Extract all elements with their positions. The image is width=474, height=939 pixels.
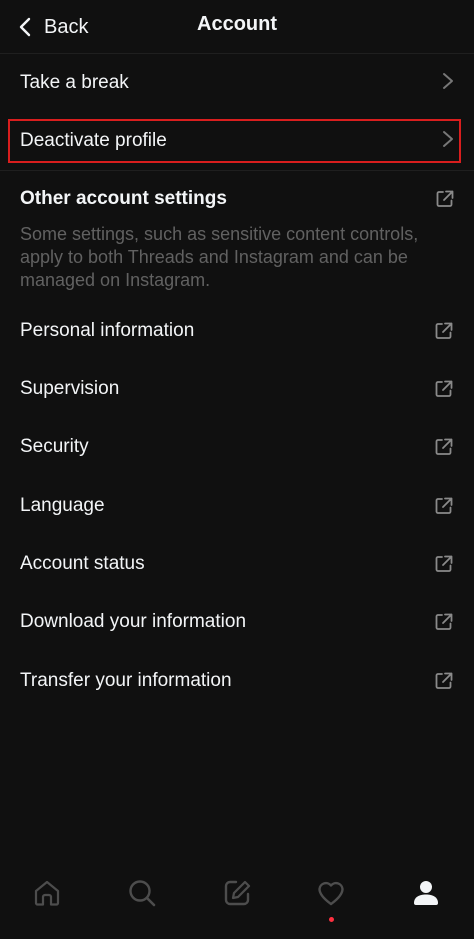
home-icon bbox=[34, 880, 60, 906]
search-icon bbox=[129, 880, 156, 907]
take-a-break-row[interactable]: Take a break bbox=[0, 54, 474, 112]
row-label: Personal information bbox=[20, 320, 195, 341]
tab-compose[interactable] bbox=[207, 878, 267, 922]
chevron-left-icon bbox=[19, 17, 31, 37]
header: Back Account bbox=[0, 0, 474, 54]
account-status-row[interactable]: Account status bbox=[0, 535, 474, 593]
notification-dot bbox=[329, 917, 334, 922]
tab-profile[interactable] bbox=[396, 878, 456, 922]
external-link-icon bbox=[435, 497, 453, 514]
chevron-right-icon bbox=[442, 72, 454, 95]
tab-search[interactable] bbox=[112, 878, 172, 922]
language-row[interactable]: Language bbox=[0, 477, 474, 535]
tab-bar bbox=[0, 860, 474, 939]
download-information-row[interactable]: Download your information bbox=[0, 593, 474, 651]
profile-icon bbox=[414, 881, 438, 905]
take-a-break-label: Take a break bbox=[20, 72, 129, 93]
personal-information-row[interactable]: Personal information bbox=[0, 302, 474, 360]
deactivate-profile-label: Deactivate profile bbox=[20, 130, 167, 151]
tab-home[interactable] bbox=[17, 878, 77, 922]
row-label: Language bbox=[20, 495, 105, 516]
other-settings-title: Other account settings bbox=[20, 188, 227, 209]
external-link-icon bbox=[435, 613, 453, 630]
external-link-icon bbox=[435, 380, 453, 397]
security-row[interactable]: Security bbox=[0, 418, 474, 476]
chevron-right-icon bbox=[442, 130, 454, 153]
supervision-row[interactable]: Supervision bbox=[0, 360, 474, 418]
external-link-icon bbox=[435, 672, 453, 689]
compose-icon bbox=[224, 880, 251, 906]
deactivate-profile-row[interactable]: Deactivate profile bbox=[0, 112, 474, 170]
transfer-information-row[interactable]: Transfer your information bbox=[0, 652, 474, 710]
row-label: Security bbox=[20, 436, 89, 457]
heart-icon bbox=[318, 881, 344, 906]
row-label: Transfer your information bbox=[20, 670, 232, 691]
tab-activity[interactable] bbox=[301, 878, 361, 922]
external-link-icon[interactable] bbox=[435, 189, 455, 209]
external-link-icon bbox=[435, 322, 453, 339]
back-label: Back bbox=[44, 15, 89, 38]
row-label: Download your information bbox=[20, 611, 247, 632]
back-button[interactable]: Back bbox=[18, 12, 88, 42]
external-link-icon bbox=[435, 555, 453, 572]
external-link-icon bbox=[435, 438, 453, 455]
row-label: Account status bbox=[20, 553, 145, 574]
other-settings-description: Some settings, such as sensitive content… bbox=[20, 224, 419, 290]
row-label: Supervision bbox=[20, 378, 120, 399]
divider bbox=[0, 170, 474, 171]
